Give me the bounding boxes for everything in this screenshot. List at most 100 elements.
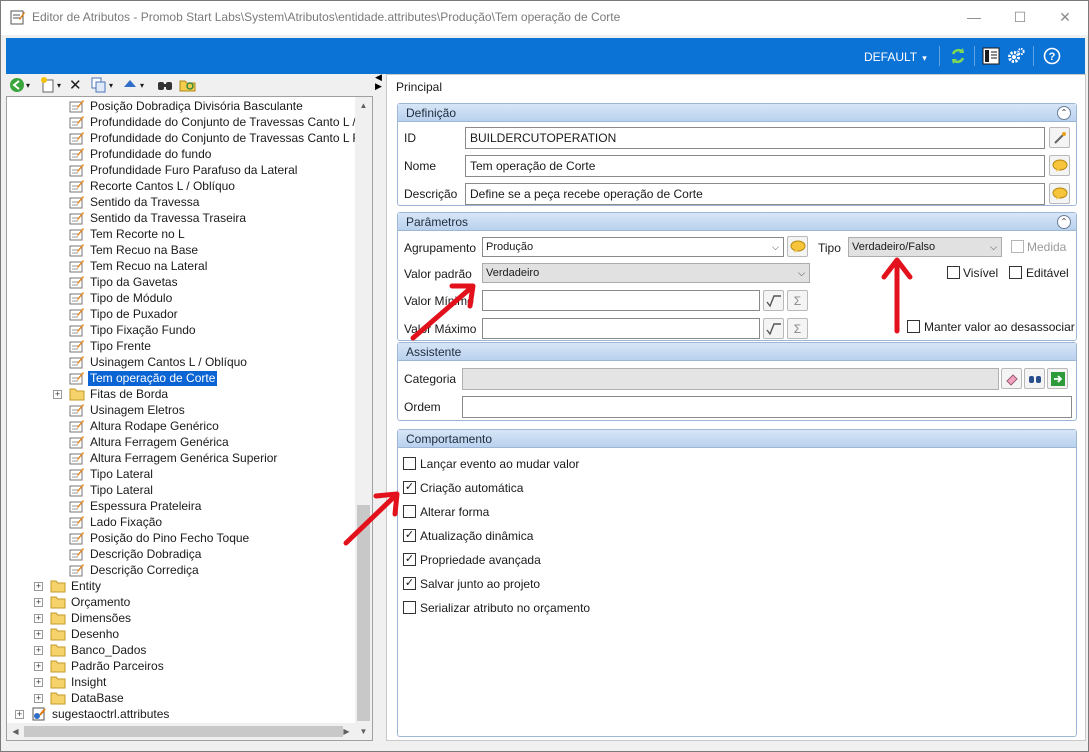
behavior-checkbox[interactable]: ✓ [403, 553, 416, 566]
tree-file-item[interactable]: sugestaoctrl.attributes [31, 706, 171, 722]
minimize-button[interactable]: — [951, 1, 997, 33]
tree-attribute-item[interactable]: Tipo da Gavetas [69, 274, 180, 290]
valor-maximo-formula-button[interactable] [763, 318, 784, 339]
expand-icon[interactable]: + [34, 662, 43, 671]
expand-icon[interactable]: + [34, 598, 43, 607]
refresh-icon[interactable] [949, 47, 967, 65]
valor-maximo-field[interactable] [482, 318, 760, 339]
profile-dropdown[interactable]: DEFAULT ▾ [864, 50, 927, 64]
tree-attribute-item[interactable]: Espessura Prateleira [69, 498, 203, 514]
tree-horizontal-scrollbar[interactable]: ◀ ▶ [7, 723, 355, 740]
tipo-combo[interactable]: Verdadeiro/Falso ⌵ [848, 237, 1002, 257]
chevron-down-icon[interactable]: ▾ [140, 76, 144, 94]
expand-icon[interactable]: + [34, 694, 43, 703]
expand-icon[interactable]: + [34, 614, 43, 623]
tree-attribute-item[interactable]: Profundidade do fundo [69, 146, 213, 162]
tree-attribute-item[interactable]: Tem Recuo na Lateral [69, 258, 209, 274]
new-item-icon[interactable] [39, 76, 57, 94]
maximize-button[interactable]: ☐ [997, 1, 1043, 33]
nome-translate-button[interactable] [1049, 155, 1070, 176]
categoria-search-button[interactable] [1024, 368, 1045, 389]
tree-attribute-item[interactable]: Descrição Dobradiça [69, 546, 203, 562]
close-button[interactable]: ✕ [1042, 1, 1088, 33]
ordem-field[interactable] [462, 396, 1072, 418]
tree-attribute-item[interactable]: Altura Ferragem Genérica Superior [69, 450, 279, 466]
chevron-down-icon[interactable]: ▾ [26, 76, 30, 94]
tree-attribute-item[interactable]: Tem Recorte no L [69, 226, 187, 242]
tree-attribute-item[interactable]: Descrição Corrediça [69, 562, 201, 578]
descricao-translate-button[interactable] [1049, 183, 1070, 204]
attribute-tree[interactable]: Posição Dobradiça Divisória Basculante Pr… [6, 96, 373, 741]
tree-folder-item[interactable]: Orçamento [50, 594, 132, 610]
tree-attribute-item[interactable]: Tipo Lateral [69, 466, 155, 482]
tree-attribute-item[interactable]: Usinagem Eletros [69, 402, 187, 418]
tree-attribute-item[interactable]: Tipo Lateral [69, 482, 155, 498]
tree-folder-item[interactable]: Entity [50, 578, 103, 594]
id-field[interactable]: BUILDERCUTOPERATION [465, 127, 1045, 149]
valor-minimo-sum-button[interactable]: Σ [787, 290, 808, 311]
visivel-checkbox[interactable] [947, 266, 960, 279]
tree-attribute-item[interactable]: Recorte Cantos L / Oblíquo [69, 178, 237, 194]
tree-attribute-item[interactable]: Sentido da Travessa [69, 194, 201, 210]
tree-vertical-scrollbar[interactable]: ▲ ▼ [355, 97, 372, 740]
tree-attribute-item[interactable]: Posição do Pino Fecho Toque [69, 530, 251, 546]
expand-icon[interactable]: + [34, 678, 43, 687]
help-icon[interactable]: ? [1043, 47, 1061, 65]
tree-attribute-item[interactable]: Posição Dobradiça Divisória Basculante [69, 98, 305, 114]
expand-icon[interactable]: + [34, 646, 43, 655]
tree-folder-item[interactable]: Banco_Dados [50, 642, 148, 658]
scrollbar-thumb[interactable] [357, 505, 370, 721]
tree-attribute-item[interactable]: Tipo Frente [69, 338, 153, 354]
copy-icon[interactable] [90, 76, 108, 94]
expand-icon[interactable]: + [34, 630, 43, 639]
tab-principal[interactable]: Principal [396, 80, 442, 94]
descricao-field[interactable]: Define se a peça recebe operação de Cort… [465, 183, 1045, 205]
nome-field[interactable]: Tem operação de Corte [465, 155, 1045, 177]
tree-folder-item[interactable]: Insight [50, 674, 108, 690]
layout-icon[interactable] [982, 47, 1000, 65]
tree-attribute-item[interactable]: Altura Rodape Genérico [69, 418, 221, 434]
tree-attribute-item[interactable]: Altura Ferragem Genérica [69, 434, 231, 450]
tree-attribute-item[interactable]: Tipo de Puxador [69, 306, 180, 322]
medida-checkbox[interactable] [1011, 240, 1024, 253]
behavior-checkbox[interactable]: ✓ [403, 481, 416, 494]
move-up-icon[interactable] [122, 76, 138, 94]
tree-attribute-item[interactable]: Lado Fixação [69, 514, 164, 530]
folder-search-icon[interactable] [179, 76, 197, 94]
find-icon[interactable] [156, 76, 174, 94]
chevron-down-icon[interactable]: ▾ [109, 76, 113, 94]
tree-attribute-item[interactable]: Tem operação de Corte [69, 370, 218, 386]
tree-folder-item[interactable]: Desenho [50, 626, 121, 642]
tree-folder-item[interactable]: Padrão Parceiros [50, 658, 166, 674]
tree-attribute-item[interactable]: Sentido da Travessa Traseira [69, 210, 248, 226]
tree-folder-item[interactable]: Fitas de Borda [69, 386, 170, 402]
behavior-checkbox[interactable] [403, 457, 416, 470]
scroll-right-icon[interactable]: ▶ [338, 723, 355, 740]
valor-padrao-combo[interactable]: Verdadeiro ⌵ [482, 263, 810, 283]
valor-minimo-field[interactable] [482, 290, 760, 311]
tree-folder-item[interactable]: Dimensões [50, 610, 133, 626]
expand-icon[interactable]: + [53, 390, 62, 399]
tree-folder-item[interactable]: DataBase [50, 690, 126, 706]
tree-attribute-item[interactable]: Profundidade Furo Parafuso da Lateral [69, 162, 299, 178]
scrollbar-thumb[interactable] [24, 726, 343, 737]
behavior-checkbox[interactable]: ✓ [403, 577, 416, 590]
tree-attribute-item[interactable]: Profundidade do Conjunto de Travessas Ca… [69, 130, 372, 146]
delete-icon[interactable]: ✕ [69, 76, 82, 94]
expand-icon[interactable]: + [34, 582, 43, 591]
splitter-toggle[interactable]: ◀ ▶ [375, 73, 385, 93]
chevron-down-icon[interactable]: ▾ [57, 76, 61, 94]
expand-icon[interactable]: + [15, 710, 24, 719]
scroll-up-icon[interactable]: ▲ [355, 97, 372, 114]
tree-attribute-item[interactable]: Tipo de Módulo [69, 290, 174, 306]
tree-attribute-item[interactable]: Usinagem Cantos L / Oblíquo [69, 354, 249, 370]
behavior-checkbox[interactable]: ✓ [403, 529, 416, 542]
collapse-icon[interactable]: ⌃ [1057, 215, 1071, 229]
valor-maximo-sum-button[interactable]: Σ [787, 318, 808, 339]
back-icon[interactable] [8, 76, 26, 94]
editavel-checkbox[interactable] [1009, 266, 1022, 279]
settings-icon[interactable] [1007, 47, 1025, 65]
agrupamento-translate-button[interactable] [787, 236, 808, 257]
agrupamento-combo[interactable]: Produção ⌵ [482, 237, 784, 257]
categoria-field[interactable] [462, 368, 999, 390]
